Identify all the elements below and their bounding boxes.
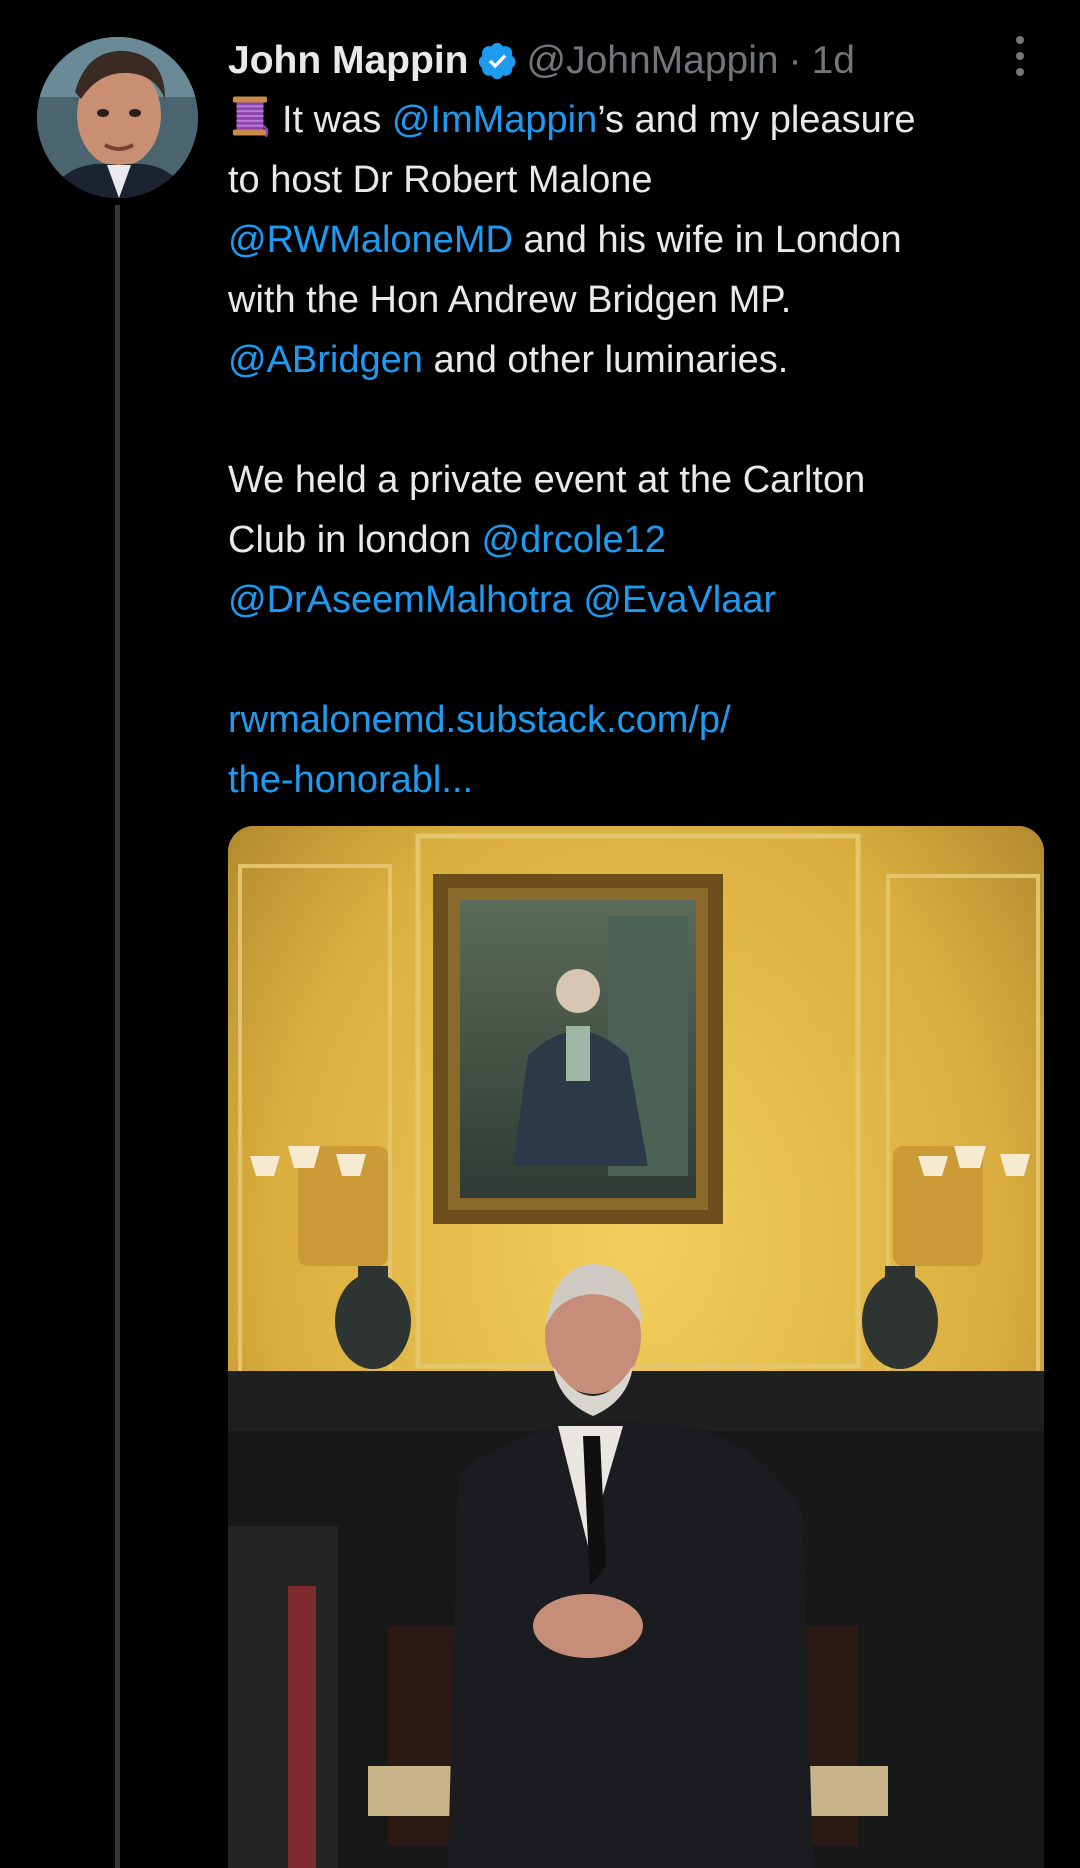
tweet-text-segment: We held a private event at the Carlton: [228, 459, 866, 501]
tweet-text-segment: and his wife in London: [512, 219, 902, 261]
tweet[interactable]: John Mappin @JohnMappin · 1d It was @ImM…: [0, 0, 1080, 1868]
tweet-timestamp[interactable]: 1d: [812, 36, 855, 86]
tweet-line: @RWMaloneMD and his wife in London: [228, 210, 1048, 270]
thread-connector-line: [115, 205, 120, 1868]
tweet-photo[interactable]: [228, 826, 1044, 1868]
external-link-text[interactable]: the-honorabl...: [228, 759, 473, 801]
tweet-line: to host Dr Robert Malone: [228, 150, 1048, 210]
tweet-line: with the Hon Andrew Bridgen MP.: [228, 270, 1048, 330]
mention-drcole12[interactable]: @drcole12: [482, 519, 666, 561]
paragraph-break: [228, 390, 1048, 450]
tweet-text-segment: and other luminaries.: [422, 339, 789, 381]
avatar-image: [37, 37, 198, 198]
verified-badge-icon: [479, 42, 517, 80]
tweet-line: Club in london @drcole12: [228, 510, 1048, 570]
tweet-text-segment: It was: [282, 99, 392, 141]
tweet-text-segment: ’s and my pleasure: [597, 99, 916, 141]
tweet-text: It was @ImMappin’s and my pleasure to ho…: [228, 90, 1048, 810]
photo-image: [228, 826, 1044, 1868]
tweet-header: John Mappin @JohnMappin · 1d: [228, 36, 1028, 86]
mention-immappin[interactable]: @ImMappin: [392, 99, 597, 141]
avatar[interactable]: [37, 37, 198, 198]
mention-draseemmalhotra[interactable]: @DrAseemMalhotra: [228, 579, 573, 621]
tweet-text-segment: to host Dr Robert Malone: [228, 159, 653, 201]
spool-of-thread-icon: [232, 96, 269, 138]
mention-evavlaar[interactable]: @EvaVlaar: [583, 579, 776, 621]
tweet-line: @ABridgen and other luminaries.: [228, 330, 1048, 390]
mention-rwmalonemd[interactable]: @RWMaloneMD: [228, 219, 513, 261]
header-separator: ·: [788, 39, 802, 82]
tweet-line: We held a private event at the Carlton: [228, 450, 1048, 510]
author-handle[interactable]: @JohnMappin: [526, 36, 778, 86]
tweet-line: @DrAseemMalhotra @EvaVlaar: [228, 570, 1048, 630]
tweet-text-segment: Club in london: [228, 519, 482, 561]
external-link[interactable]: the-honorabl...: [228, 750, 1048, 810]
more-options-icon[interactable]: [1010, 36, 1030, 76]
mention-abridgen[interactable]: @ABridgen: [228, 339, 423, 381]
tweet-line: It was @ImMappin’s and my pleasure: [228, 90, 1048, 150]
external-link[interactable]: rwmalonemd.substack.com/p/: [228, 690, 1048, 750]
author-display-name[interactable]: John Mappin: [228, 36, 468, 86]
tweet-text-segment: with the Hon Andrew Bridgen MP.: [228, 279, 792, 321]
external-link-text[interactable]: rwmalonemd.substack.com/p/: [228, 699, 731, 741]
paragraph-break: [228, 630, 1048, 690]
